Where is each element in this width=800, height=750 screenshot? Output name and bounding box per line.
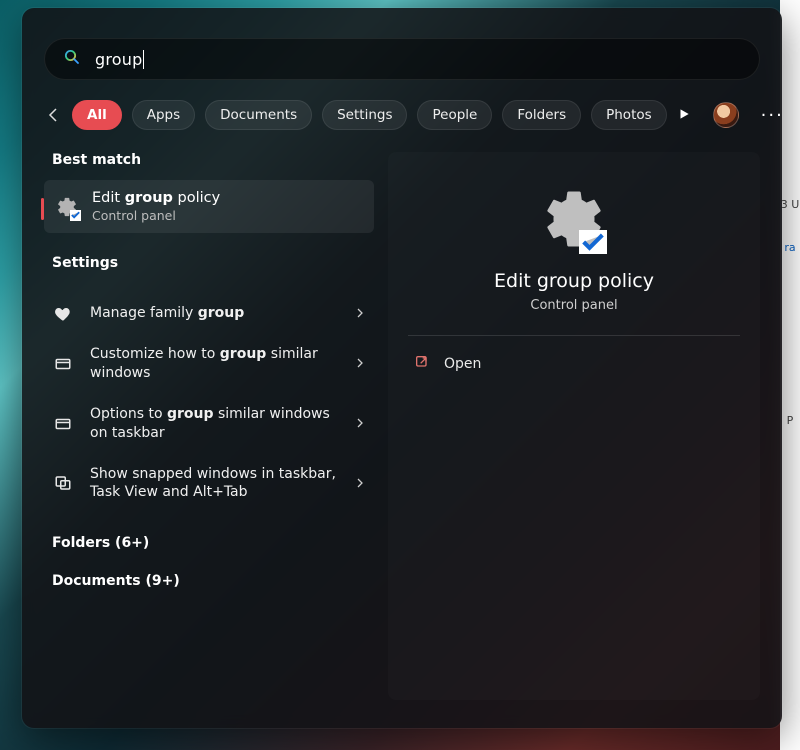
- filter-apps[interactable]: Apps: [132, 100, 195, 130]
- preview-subtitle: Control panel: [530, 298, 617, 313]
- more-button[interactable]: ···: [761, 105, 782, 126]
- best-match-subtitle: Control panel: [92, 208, 220, 223]
- filter-settings[interactable]: Settings: [322, 100, 407, 130]
- chevron-right-icon: [354, 474, 366, 493]
- action-open-label: Open: [444, 356, 481, 372]
- section-settings: Settings: [52, 255, 374, 271]
- best-match-result[interactable]: Edit group policy Control panel: [44, 180, 374, 233]
- search-query-text[interactable]: group: [95, 50, 144, 69]
- snap-icon: [52, 474, 74, 492]
- header-right-tools: ···: [677, 102, 782, 128]
- section-folders[interactable]: Folders (6+): [52, 535, 374, 551]
- filter-documents[interactable]: Documents: [205, 100, 312, 130]
- gear-icon: [56, 196, 78, 218]
- start-search-panel: group All Apps Documents Settings People…: [22, 8, 782, 728]
- back-button[interactable]: [44, 103, 62, 127]
- play-icon[interactable]: [677, 106, 691, 125]
- filter-all[interactable]: All: [72, 100, 122, 130]
- divider: [408, 335, 740, 336]
- filter-people[interactable]: People: [417, 100, 492, 130]
- results-column: Best match Edit group policy Control pan…: [44, 152, 374, 700]
- setting-item-snapped-windows[interactable]: Show snapped windows in taskbar, Task Vi…: [44, 454, 374, 514]
- chevron-right-icon: [354, 354, 366, 373]
- setting-item-customize-group-windows[interactable]: Customize how to group similar windows: [44, 334, 374, 394]
- window-icon: [52, 415, 74, 433]
- chevron-right-icon: [354, 414, 366, 433]
- filter-photos[interactable]: Photos: [591, 100, 667, 130]
- preview-title: Edit group policy: [494, 270, 654, 292]
- avatar[interactable]: [713, 102, 739, 128]
- background-page-edge: 3 U ra P: [780, 0, 800, 750]
- section-documents[interactable]: Documents (9+): [52, 573, 374, 589]
- chevron-right-icon: [354, 304, 366, 323]
- filter-row: All Apps Documents Settings People Folde…: [44, 98, 760, 132]
- setting-item-family-group[interactable]: Manage family group: [44, 293, 374, 334]
- checkmark-badge-icon: [70, 210, 81, 221]
- checkmark-badge-icon: [579, 230, 607, 254]
- window-icon: [52, 355, 74, 373]
- setting-item-group-taskbar[interactable]: Options to group similar windows on task…: [44, 394, 374, 454]
- filter-folders[interactable]: Folders: [502, 100, 581, 130]
- section-best-match: Best match: [52, 152, 374, 168]
- search-input-container[interactable]: group: [44, 38, 760, 80]
- open-icon: [414, 354, 430, 374]
- preview-pane: Edit group policy Control panel Open: [388, 152, 760, 700]
- search-icon: [63, 48, 95, 70]
- best-match-title: Edit group policy: [92, 190, 220, 206]
- gear-icon: [541, 186, 607, 252]
- action-open[interactable]: Open: [408, 344, 740, 384]
- heart-icon: [52, 305, 74, 323]
